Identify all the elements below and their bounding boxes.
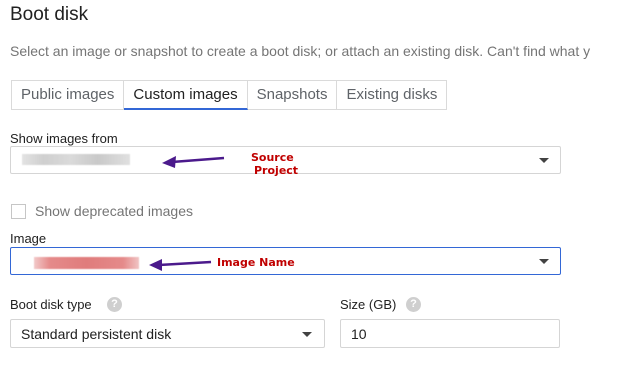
boot-disk-type-label: Boot disk type xyxy=(10,297,92,312)
annotation-source: Source xyxy=(251,151,294,164)
boot-disk-panel: Boot disk Select an image or snapshot to… xyxy=(0,0,629,371)
help-icon[interactable]: ? xyxy=(406,297,421,312)
show-deprecated-label: Show deprecated images xyxy=(35,203,193,219)
redacted-image-value xyxy=(34,257,139,269)
tab-existing-disks[interactable]: Existing disks xyxy=(337,80,448,110)
image-source-tabs: Public images Custom images Snapshots Ex… xyxy=(11,80,448,110)
chevron-down-icon xyxy=(302,332,312,337)
boot-disk-type-select[interactable]: Standard persistent disk xyxy=(10,319,325,348)
annotation-project: Project xyxy=(254,164,299,177)
chevron-down-icon xyxy=(539,259,549,264)
boot-disk-type-value: Standard persistent disk xyxy=(21,326,172,342)
tab-custom-images[interactable]: Custom images xyxy=(124,80,248,110)
size-value: 10 xyxy=(351,326,367,342)
page-title: Boot disk xyxy=(10,4,89,25)
tab-snapshots[interactable]: Snapshots xyxy=(247,80,338,110)
chevron-down-icon xyxy=(539,158,549,163)
image-label: Image xyxy=(10,231,47,246)
description-text: Select an image or snapshot to create a … xyxy=(10,43,591,59)
annotation-image-name: Image Name xyxy=(217,256,295,269)
tab-public-images[interactable]: Public images xyxy=(11,80,125,110)
annotation-arrow-source xyxy=(162,156,225,168)
size-label: Size (GB) xyxy=(340,297,397,312)
annotation-arrow-image xyxy=(149,259,212,271)
redacted-project-value xyxy=(22,154,130,165)
show-deprecated-checkbox[interactable] xyxy=(11,204,26,219)
size-input[interactable]: 10 xyxy=(340,319,560,348)
help-icon[interactable]: ? xyxy=(107,297,122,312)
show-images-from-label: Show images from xyxy=(10,131,118,146)
